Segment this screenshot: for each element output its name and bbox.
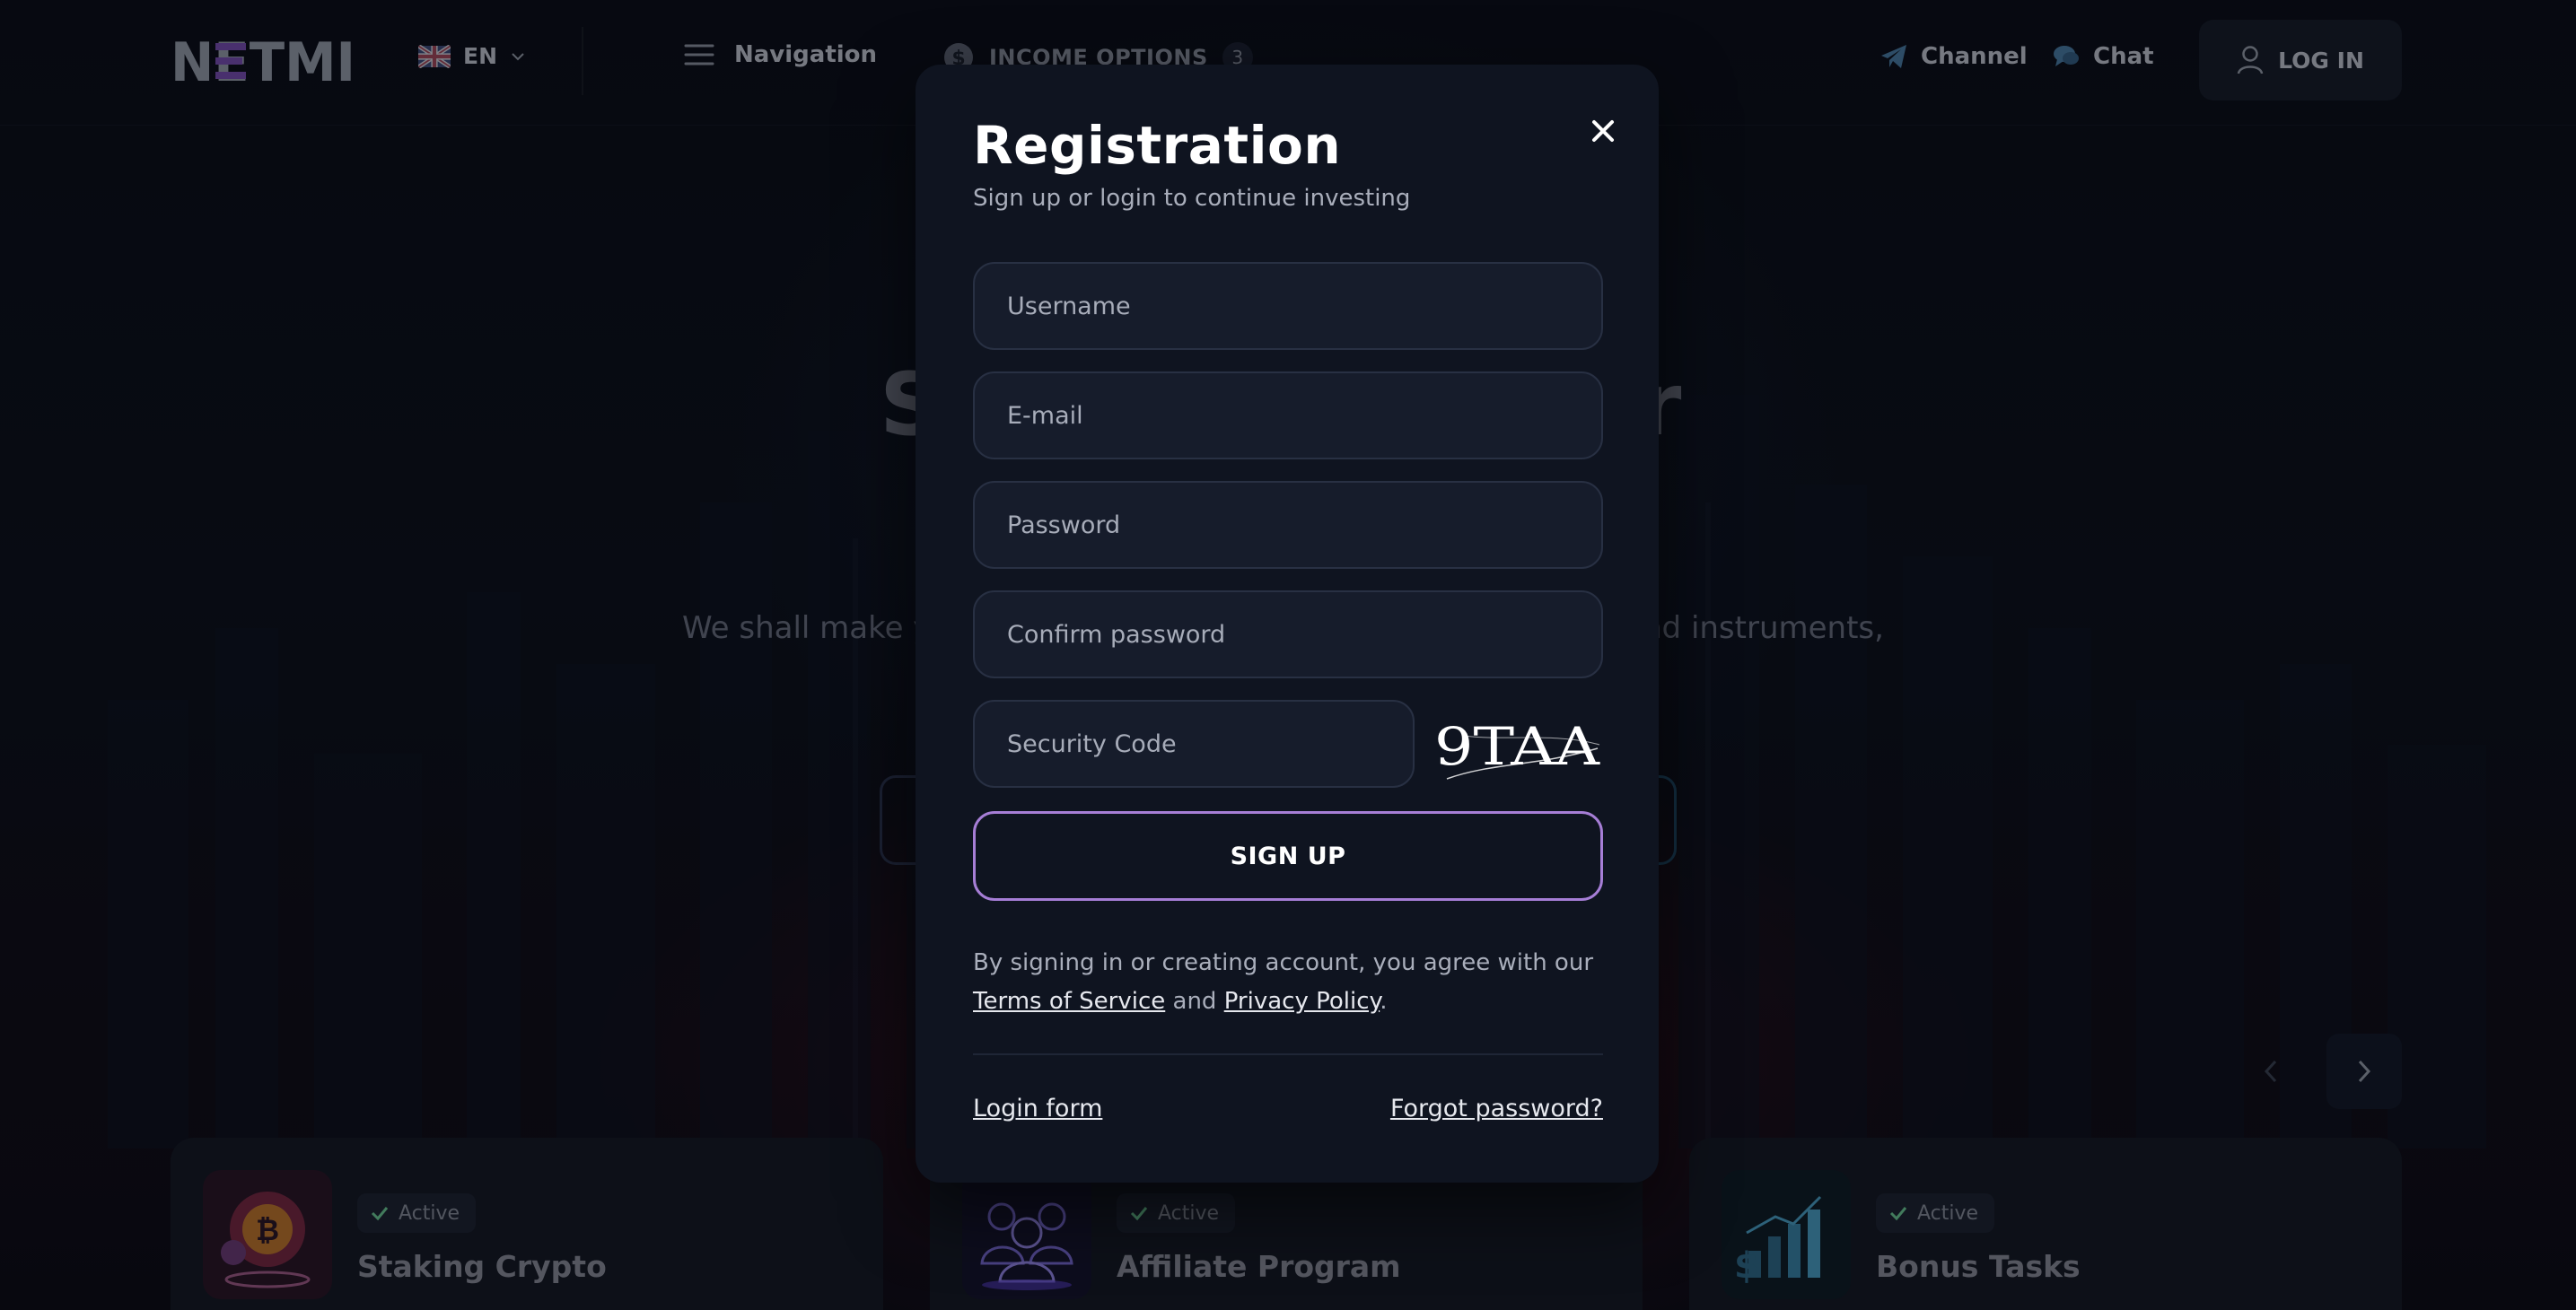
forgot-password-link[interactable]: Forgot password?: [1390, 1095, 1603, 1122]
password-input[interactable]: [973, 481, 1603, 569]
registration-modal: Registration Sign up or login to continu…: [916, 65, 1659, 1183]
privacy-policy-link[interactable]: Privacy Policy: [1224, 988, 1380, 1015]
captcha-text: 9TAA: [1434, 716, 1600, 777]
login-form-link[interactable]: Login form: [973, 1095, 1102, 1122]
legal-notice: By signing in or creating account, you a…: [973, 944, 1610, 1021]
modal-divider: [973, 1053, 1603, 1055]
modal-subtitle: Sign up or login to continue investing: [973, 185, 1411, 212]
captcha-image[interactable]: 9TAA: [1429, 709, 1605, 784]
modal-title: Registration: [973, 115, 1342, 176]
username-input[interactable]: [973, 262, 1603, 350]
security-code-input[interactable]: [973, 700, 1415, 788]
legal-and: and: [1165, 988, 1224, 1015]
confirm-password-input[interactable]: [973, 590, 1603, 678]
close-button[interactable]: [1580, 108, 1626, 154]
sign-up-button[interactable]: SIGN UP: [973, 811, 1603, 901]
terms-of-service-link[interactable]: Terms of Service: [973, 988, 1165, 1015]
email-input[interactable]: [973, 371, 1603, 459]
legal-suffix: .: [1380, 988, 1388, 1015]
close-icon: [1592, 120, 1614, 142]
legal-prefix: By signing in or creating account, you a…: [973, 949, 1594, 976]
